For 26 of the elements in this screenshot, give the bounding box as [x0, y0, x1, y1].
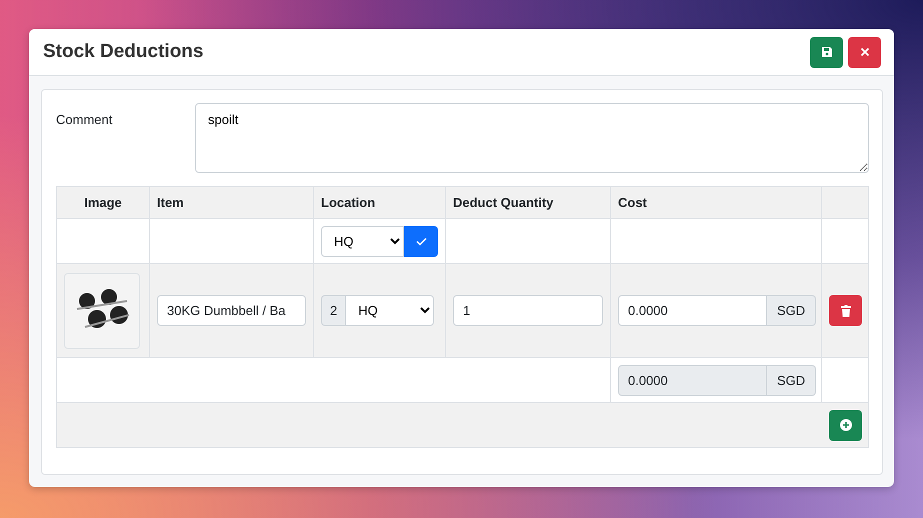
comment-field[interactable]: spoilt: [195, 103, 869, 173]
close-icon: [860, 47, 870, 57]
plus-circle-icon: [840, 419, 852, 431]
total-cost-field[interactable]: 0.0000: [618, 364, 767, 396]
column-header: Item: [150, 186, 314, 218]
apply-button[interactable]: [404, 226, 438, 256]
delete-button[interactable]: [829, 295, 862, 326]
location-count: 2: [321, 295, 346, 326]
comment-label: Comment: [56, 111, 114, 129]
trash-icon: [840, 304, 850, 316]
cost-field[interactable]: 0.0000: [618, 295, 767, 326]
column-header: Image: [56, 186, 150, 218]
column-header: Deduct Quantity: [446, 186, 610, 218]
column-header: Cost: [610, 186, 822, 218]
location-filter-select[interactable]: HQ: [321, 226, 404, 256]
item-field[interactable]: 30KG Dumbbell / Ba: [157, 295, 306, 326]
window-title: Stock Deductions: [43, 41, 204, 63]
quantity-field[interactable]: 1: [453, 295, 603, 326]
close-button[interactable]: [848, 36, 881, 68]
column-header: Location: [314, 186, 446, 218]
save-button[interactable]: [810, 36, 843, 68]
currency-label: SGD: [767, 295, 816, 326]
add-row-button[interactable]: [829, 410, 862, 440]
location-select[interactable]: HQ: [345, 295, 434, 326]
currency-label: SGD: [767, 364, 816, 396]
checkmark-icon: [416, 236, 427, 246]
